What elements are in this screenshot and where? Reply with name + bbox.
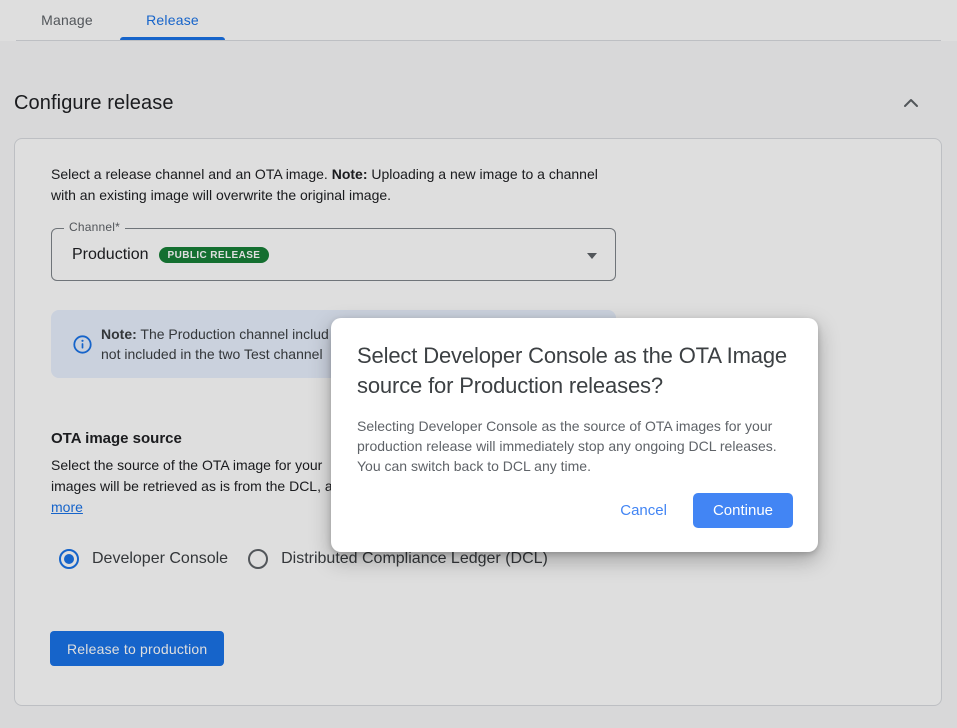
dialog-body: Selecting Developer Console as the sourc… <box>357 416 797 476</box>
dialog-title: Select Developer Console as the OTA Imag… <box>357 341 802 401</box>
cancel-button[interactable]: Cancel <box>620 502 667 519</box>
continue-button[interactable]: Continue <box>693 493 793 528</box>
confirm-dialog: Select Developer Console as the OTA Imag… <box>331 318 818 552</box>
dialog-actions: Cancel Continue <box>620 493 793 528</box>
